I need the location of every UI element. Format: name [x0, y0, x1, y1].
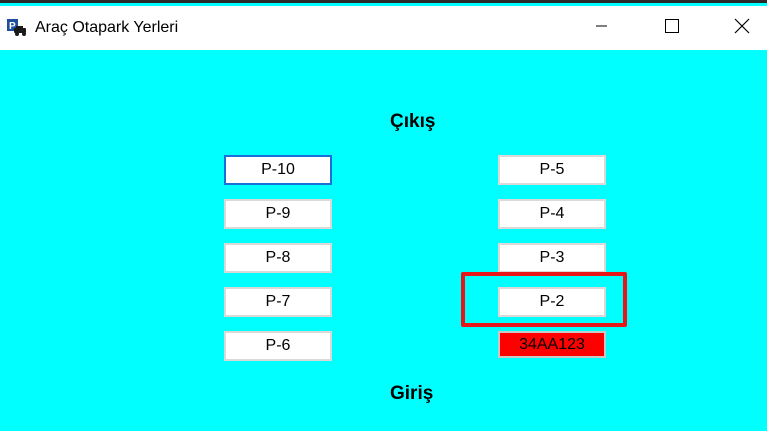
- minimize-button[interactable]: [579, 6, 625, 50]
- parking-slot-p9[interactable]: P-9: [224, 199, 332, 229]
- parking-slot-p3[interactable]: P-3: [498, 243, 606, 273]
- maximize-icon: [665, 18, 679, 38]
- parking-slot-p6[interactable]: P-6: [224, 331, 332, 361]
- window-title: Araç Otapark Yerleri: [35, 19, 179, 36]
- car-parking-app-icon: P: [7, 19, 27, 37]
- minimize-icon: [596, 19, 608, 37]
- parking-slot-occupied[interactable]: 34AA123: [498, 331, 606, 358]
- entrance-label: Giriş: [390, 383, 434, 404]
- parking-layout: Çıkış P-10 P-9 P-8 P-7 P-6 P-5 P-4 P-3 P…: [0, 50, 767, 431]
- close-icon: [734, 18, 750, 39]
- parking-slot-p8[interactable]: P-8: [224, 243, 332, 273]
- maximize-button[interactable]: [649, 6, 695, 50]
- close-button[interactable]: [719, 6, 765, 50]
- parking-slot-p7[interactable]: P-7: [224, 287, 332, 317]
- exit-label: Çıkış: [390, 111, 436, 132]
- parking-slot-p10[interactable]: P-10: [224, 155, 332, 185]
- parking-slot-p5[interactable]: P-5: [498, 155, 606, 185]
- highlight-annotation: [461, 272, 627, 327]
- parking-slot-p4[interactable]: P-4: [498, 199, 606, 229]
- app-window: P Araç Otapark Yerleri Çıkış P-10 P-9 P-…: [0, 0, 767, 431]
